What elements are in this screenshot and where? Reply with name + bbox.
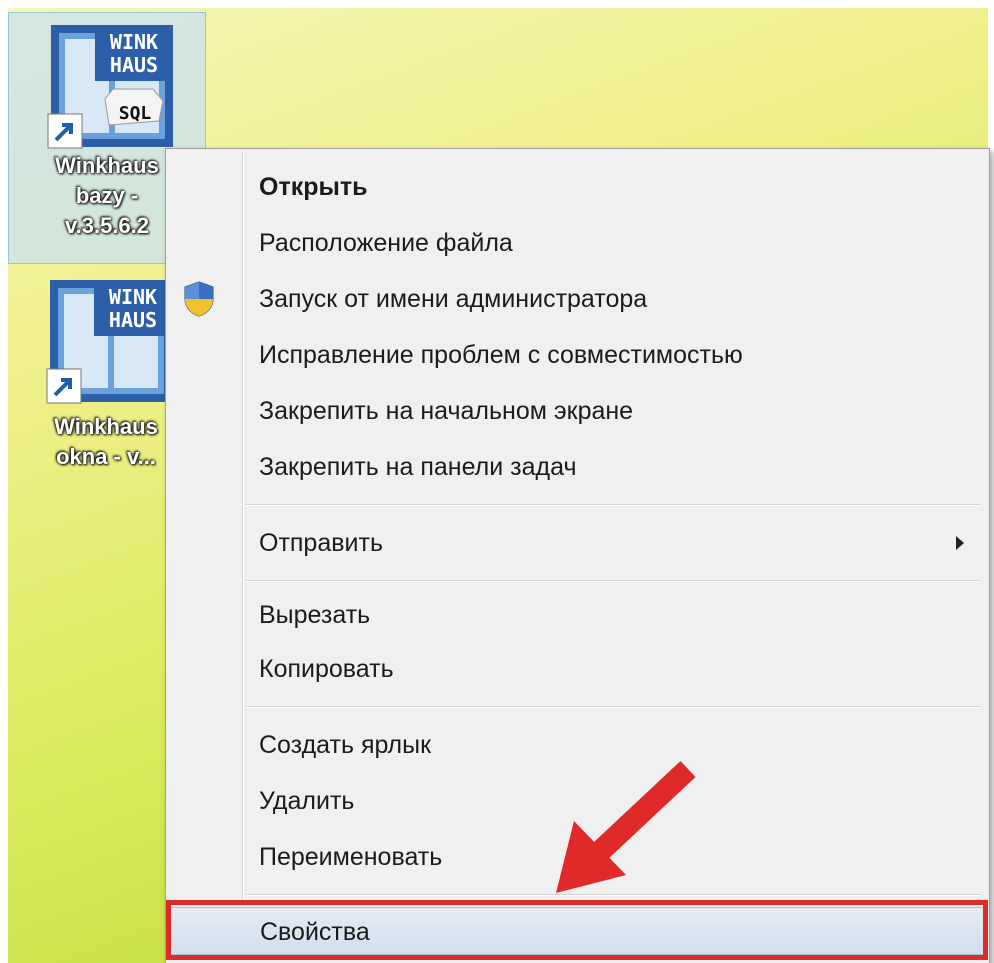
menu-item-label: Удалить bbox=[259, 787, 355, 815]
menu-item-open[interactable]: Открыть bbox=[169, 163, 986, 211]
annotation-highlight-box bbox=[166, 900, 988, 960]
menu-item-file-location[interactable]: Расположение файла bbox=[169, 219, 986, 267]
svg-text:HAUS: HAUS bbox=[109, 308, 157, 332]
frame-top bbox=[0, 0, 994, 8]
menu-item-label: Открыть bbox=[259, 173, 368, 201]
menu-item-label: Создать ярлык bbox=[259, 731, 432, 759]
menu-item-label: Закрепить на панели задач bbox=[259, 453, 577, 481]
annotation-arrow-icon bbox=[556, 760, 696, 893]
menu-item-label: Закрепить на начальном экране bbox=[259, 397, 634, 425]
svg-text:SQL: SQL bbox=[119, 103, 152, 124]
menu-item-label: Запуск от имени администратора bbox=[259, 285, 648, 313]
menu-item-label: Расположение файла bbox=[259, 229, 513, 257]
shortcut-arrow-icon bbox=[47, 113, 83, 149]
svg-text:WINK: WINK bbox=[110, 30, 158, 54]
menu-item-label: Исправление проблем с совместимостью bbox=[259, 341, 743, 369]
menu-item-run-as-admin[interactable]: Запуск от имени администратора bbox=[169, 275, 986, 323]
desktop: WINK HAUS SQL Winkhaus bazy - v.3.5.6.2 … bbox=[0, 0, 994, 963]
menu-item-cut[interactable]: Вырезать bbox=[169, 591, 986, 639]
menu-item-label: Копировать bbox=[259, 655, 394, 683]
frame-left bbox=[0, 0, 8, 963]
svg-text:WINK: WINK bbox=[109, 285, 157, 309]
submenu-arrow-icon bbox=[956, 536, 964, 550]
menu-separator bbox=[246, 706, 981, 708]
menu-separator bbox=[246, 580, 981, 582]
menu-item-pin-to-taskbar[interactable]: Закрепить на панели задач bbox=[169, 443, 986, 491]
svg-text:HAUS: HAUS bbox=[110, 53, 158, 77]
menu-item-send-to[interactable]: Отправить bbox=[169, 519, 986, 567]
menu-item-troubleshoot-compatibility[interactable]: Исправление проблем с совместимостью bbox=[169, 331, 986, 379]
menu-item-label: Вырезать bbox=[259, 601, 371, 629]
uac-shield-icon bbox=[184, 281, 214, 317]
menu-item-pin-to-start[interactable]: Закрепить на начальном экране bbox=[169, 387, 986, 435]
menu-separator bbox=[246, 504, 981, 506]
shortcut-arrow-icon bbox=[46, 368, 82, 404]
menu-item-label: Отправить bbox=[259, 529, 383, 557]
menu-item-copy[interactable]: Копировать bbox=[169, 645, 986, 693]
menu-item-label: Переименовать bbox=[259, 843, 443, 871]
